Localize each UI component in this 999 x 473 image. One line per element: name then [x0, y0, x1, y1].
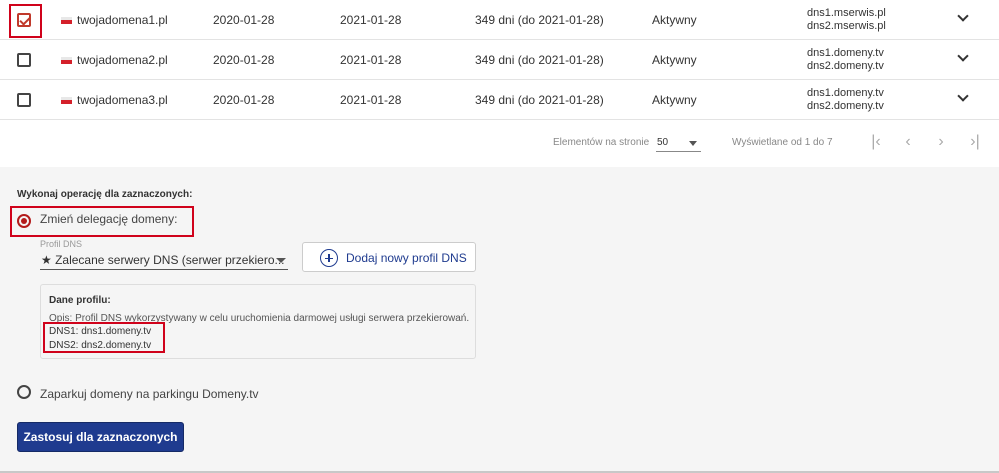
- pl-flag-icon: [61, 57, 72, 64]
- dns2-value: dns2.domeny.tv: [807, 60, 884, 72]
- status-text: Aktywny: [652, 13, 697, 27]
- domain-name[interactable]: twojadomena1.pl: [77, 0, 168, 40]
- last-page-icon[interactable]: ›|: [965, 132, 985, 152]
- parking-radio[interactable]: [17, 385, 31, 399]
- dns-servers: dns1.domeny.tv dns2.domeny.tv: [807, 40, 884, 80]
- days-left: 349 dni (do 2021-01-28): [475, 13, 604, 27]
- range-label: Wyświetlane od 1 do 7: [732, 137, 833, 148]
- parking-label[interactable]: Zaparkuj domeny na parkingu Domeny.tv: [40, 387, 259, 401]
- add-dns-profile-button[interactable]: Dodaj nowy profil DNS: [302, 242, 476, 272]
- dns-profile-value: ★ Zalecane serwery DNS (serwer przekiero…: [41, 253, 285, 267]
- created-date: 2020-01-28: [213, 93, 275, 107]
- next-page-icon[interactable]: ›: [931, 132, 951, 152]
- apply-selected-button[interactable]: Zastosuj dla zaznaczonych: [17, 422, 184, 452]
- pl-flag-icon: [61, 17, 72, 24]
- caret-down-icon: [276, 258, 286, 263]
- chevron-down-icon[interactable]: [958, 12, 968, 22]
- created-date: 2020-01-28: [213, 53, 275, 67]
- per-page-value: 50: [657, 137, 669, 148]
- status-text: Aktywny: [652, 93, 697, 107]
- dns2-value: dns2.domeny.tv: [807, 100, 884, 112]
- highlight-frame: [9, 4, 42, 38]
- days-left: 349 dni (do 2021-01-28): [475, 53, 604, 67]
- row-checkbox[interactable]: [17, 53, 31, 67]
- dns-servers: dns1.mserwis.pl dns2.mserwis.pl: [807, 0, 886, 40]
- bulk-operations-panel: Wykonaj operację dla zaznaczonych: Zmień…: [0, 168, 999, 473]
- chevron-down-icon[interactable]: [958, 92, 968, 102]
- expiry-date: 2021-01-28: [340, 53, 402, 67]
- expiry-date: 2021-01-28: [340, 13, 402, 27]
- highlight-frame: [10, 206, 194, 237]
- dns1-value: dns1.mserwis.pl: [807, 7, 886, 19]
- expiry-date: 2021-01-28: [340, 93, 402, 107]
- days-left: 349 dni (do 2021-01-28): [475, 93, 604, 107]
- profile-label: Profil DNS: [40, 239, 83, 249]
- add-circle-icon: [320, 249, 338, 267]
- highlight-frame: [43, 322, 165, 353]
- per-page-select[interactable]: 50: [656, 135, 701, 152]
- dns-profile-select[interactable]: ★ Zalecane serwery DNS (serwer przekiero…: [40, 250, 288, 270]
- add-dns-profile-label: Dodaj nowy profil DNS: [346, 251, 467, 265]
- row-checkbox[interactable]: [17, 93, 31, 107]
- table-row[interactable]: twojadomena3.pl 2020-01-28 2021-01-28 34…: [0, 80, 999, 120]
- pl-flag-icon: [61, 97, 72, 104]
- operations-title: Wykonaj operację dla zaznaczonych:: [17, 189, 193, 200]
- table-row[interactable]: twojadomena1.pl 2020-01-28 2021-01-28 34…: [0, 0, 999, 40]
- table-row[interactable]: twojadomena2.pl 2020-01-28 2021-01-28 34…: [0, 40, 999, 80]
- dns2-value: dns2.mserwis.pl: [807, 20, 886, 32]
- dns1-value: dns1.domeny.tv: [807, 87, 884, 99]
- dns1-value: dns1.domeny.tv: [807, 47, 884, 59]
- created-date: 2020-01-28: [213, 13, 275, 27]
- per-page-label: Elementów na stronie: [553, 137, 650, 148]
- first-page-icon[interactable]: |‹: [866, 132, 886, 152]
- pagination: Elementów na stronie 50 Wyświetlane od 1…: [0, 120, 999, 167]
- chevron-down-icon[interactable]: [958, 52, 968, 62]
- caret-down-icon: [689, 141, 697, 146]
- domain-name[interactable]: twojadomena2.pl: [77, 40, 168, 80]
- status-text: Aktywny: [652, 53, 697, 67]
- domains-table: twojadomena1.pl 2020-01-28 2021-01-28 34…: [0, 0, 999, 167]
- domain-name[interactable]: twojadomena3.pl: [77, 80, 168, 120]
- profile-info-title: Dane profilu:: [49, 295, 111, 306]
- prev-page-icon[interactable]: ‹: [898, 132, 918, 152]
- dns-servers: dns1.domeny.tv dns2.domeny.tv: [807, 80, 884, 120]
